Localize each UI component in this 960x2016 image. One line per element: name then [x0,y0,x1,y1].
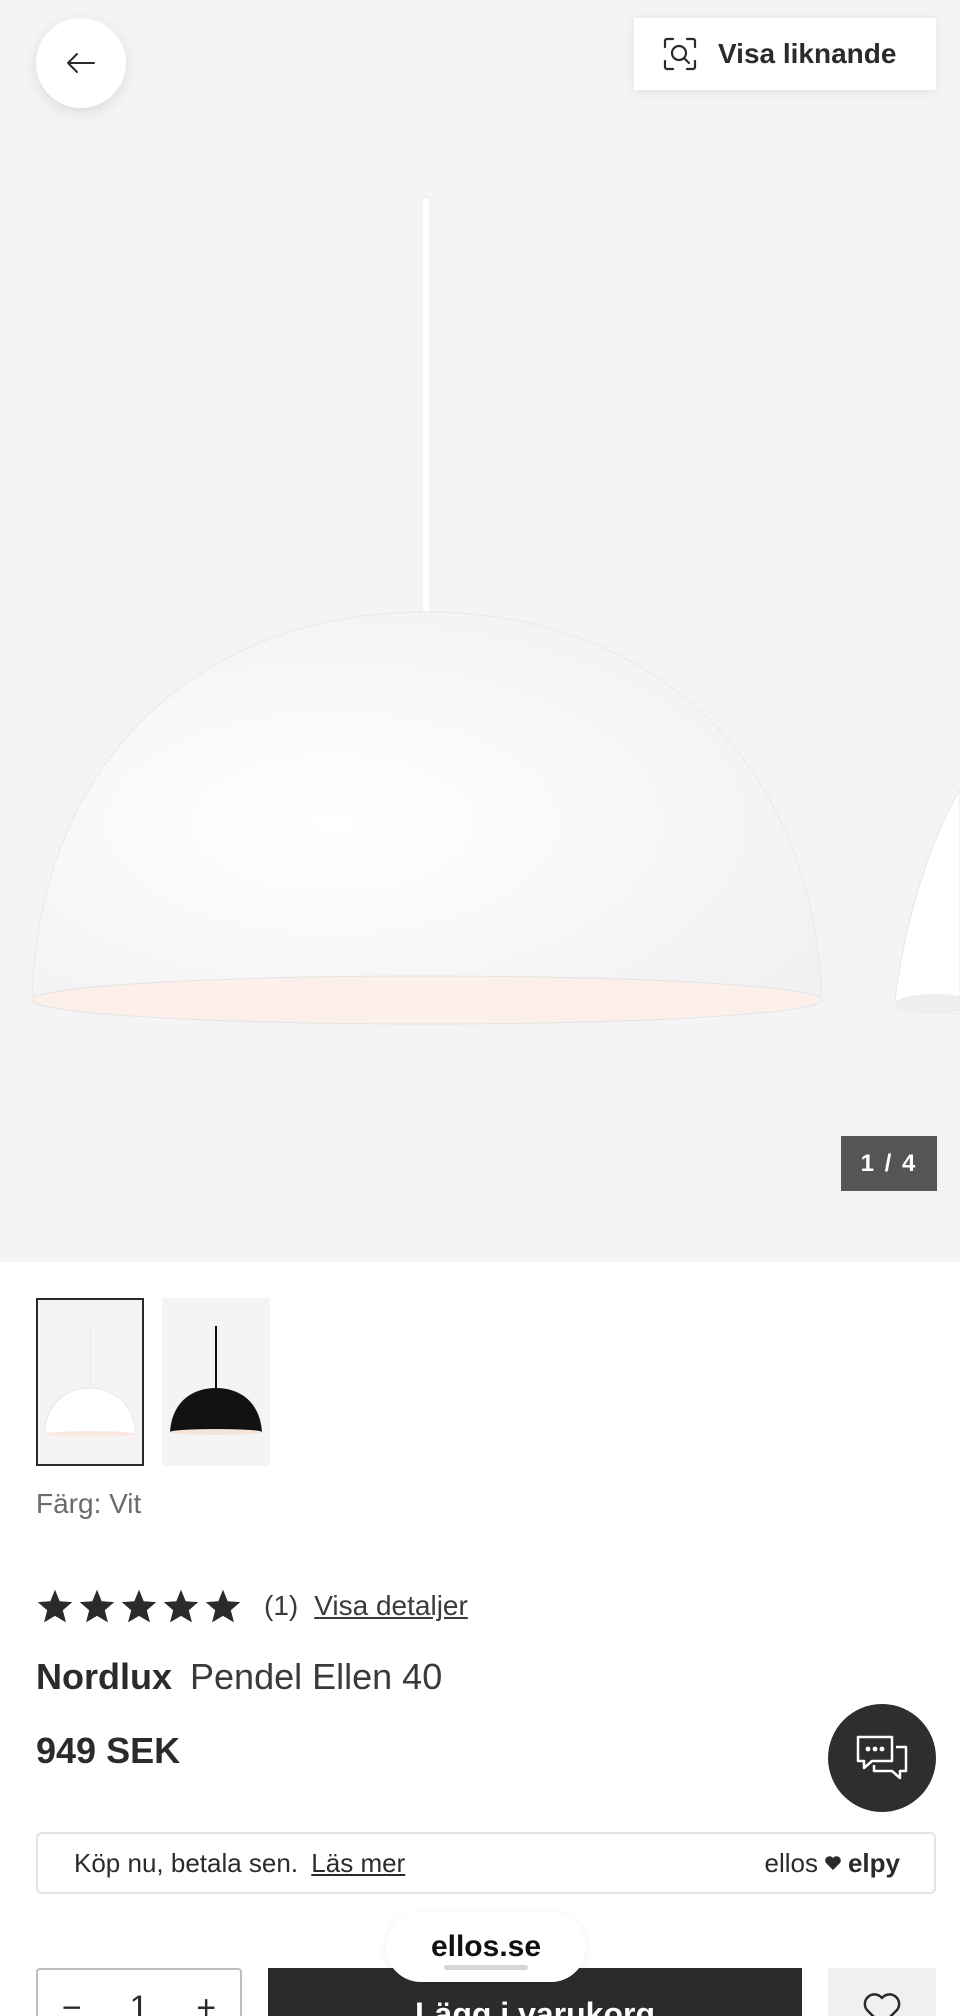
thumbnail-strip [36,1298,270,1466]
read-more-link[interactable]: Läs mer [311,1848,405,1878]
rating-count: (1) [264,1590,299,1621]
product-price: 949 SEK [36,1730,181,1771]
ellos-logo-text: ellos [764,1847,818,1878]
thumbnail-black-image [170,1326,262,1435]
add-to-cart-label: Lägg i varukorg [414,1996,656,2016]
show-similar-label: Visa liknande [718,38,897,69]
show-similar-button[interactable]: Visa liknande [634,18,936,90]
heart-icon [825,1856,841,1870]
elpy-logo-text: elpy [847,1847,900,1878]
show-details-link[interactable]: Visa detaljer [314,1590,468,1622]
product-title: Nordlux Pendel Ellen 40 [36,1656,442,1698]
product-brand[interactable]: Nordlux [36,1656,172,1698]
rating-stars [36,1588,242,1624]
ellos-elpy-logo: ellos elpy [764,1848,900,1879]
chat-bubbles-icon [856,1735,908,1780]
pay-later-text: Köp nu, betala sen. [74,1847,299,1878]
favorite-button[interactable] [828,1968,936,2016]
product-image [31,197,960,1025]
browser-domain: ellos.se [430,1930,542,1963]
quantity-decrease-button[interactable]: − [62,1989,82,2016]
thumbnail-white-image [43,1328,137,1437]
home-indicator [444,1965,528,1970]
quantity-value: 1 [129,1988,149,2016]
thumbnail-black[interactable] [162,1298,270,1466]
heart-icon [863,1993,901,2016]
arrow-left-icon [67,53,95,73]
product-name: Pendel Ellen 40 [190,1656,443,1697]
star-icon [205,1589,241,1623]
quantity-stepper[interactable]: − 1 + [36,1968,242,2016]
image-search-icon [663,37,697,71]
star-icon [37,1589,73,1623]
rating-row: (1) Visa detaljer [36,1584,468,1628]
product-gallery[interactable]: Visa liknande 1 / 4 [0,0,960,1262]
selected-color-label: Färg: Vit [36,1488,142,1519]
star-icon [121,1589,157,1623]
chat-button[interactable] [828,1704,936,1812]
quantity-increase-button[interactable]: + [196,1989,216,2016]
browser-domain-pill[interactable]: ellos.se [386,1912,586,1982]
star-icon [163,1589,199,1623]
star-icon [79,1589,115,1623]
back-button[interactable] [36,18,126,108]
pay-later-banner: Köp nu, betala sen. Läs mer ellos elpy [36,1832,936,1894]
image-counter: 1 / 4 [841,1136,937,1191]
thumbnail-white[interactable] [36,1298,144,1466]
pay-later-text-wrap: Köp nu, betala sen. Läs mer [74,1848,405,1879]
